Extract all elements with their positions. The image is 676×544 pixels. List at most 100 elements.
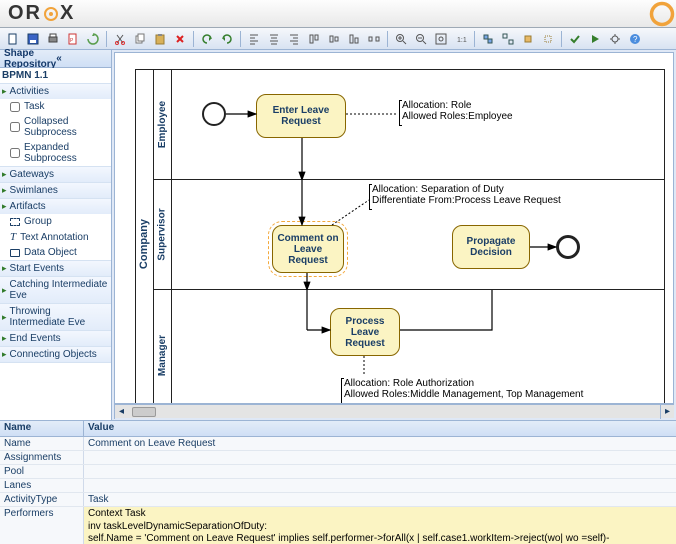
repo-item-label: Data Object [24,247,77,258]
run-icon[interactable] [586,30,604,48]
align-left-icon[interactable] [245,30,263,48]
properties-column-value[interactable]: Value [84,421,118,436]
repo-section-label: End Events [10,333,61,344]
app-logo: OR X [8,2,75,25]
property-row[interactable]: Lanes [0,479,676,493]
property-value[interactable] [84,465,676,478]
repo-item[interactable]: Group [0,214,111,229]
task-comment-on-leave-request[interactable]: Comment on Leave Request [272,225,344,273]
data-object-icon [10,249,20,257]
main-toolbar: P 1:1 ? [0,28,676,50]
align-middle-icon[interactable] [325,30,343,48]
redo-icon[interactable] [218,30,236,48]
repo-item-label: Task [24,101,45,112]
repo-section[interactable]: ▸Throwing Intermediate Eve [0,304,111,331]
property-value[interactable]: Comment on Leave Request [84,437,676,450]
zoom-actual-icon[interactable]: 1:1 [452,30,470,48]
print-icon[interactable] [44,30,62,48]
export-pdf-icon[interactable]: P [64,30,82,48]
shape-repository-header[interactable]: Shape Repository « [0,50,111,68]
lane-label: Supervisor [154,180,172,289]
repo-section-label: Start Events [10,263,64,274]
task-propagate-decision[interactable]: Propagate Decision [452,225,530,269]
cut-icon[interactable] [111,30,129,48]
repo-item-checkbox[interactable] [10,122,20,132]
distribute-icon[interactable] [365,30,383,48]
property-value[interactable] [84,479,676,492]
delete-icon[interactable] [171,30,189,48]
align-right-icon[interactable] [285,30,303,48]
align-top-icon[interactable] [305,30,323,48]
lane-manager[interactable]: Manager Process Leave Request Allocation… [154,290,664,404]
lane-employee[interactable]: Employee Enter Leave Request Allocation:… [154,70,664,180]
annotation-employee[interactable]: Allocation: Role Allowed Roles:Employee [402,100,572,126]
repo-item[interactable]: Collapsed Subprocess [0,114,111,140]
annotation-supervisor[interactable]: Allocation: Separation of Duty Different… [372,184,602,210]
repo-item[interactable]: Expanded Subprocess [0,140,111,166]
bpmn-pool[interactable]: Company Employee Enter Leave Request All… [135,69,665,404]
lane-supervisor[interactable]: Supervisor Comment on Leave Request Prop… [154,180,664,290]
zoom-out-icon[interactable] [412,30,430,48]
repo-section[interactable]: ▸ActivitiesTaskCollapsed SubprocessExpan… [0,84,111,167]
property-row[interactable]: PerformersContext Taskinv taskLevelDynam… [0,507,676,544]
repo-item-checkbox[interactable] [10,148,20,158]
repo-item[interactable]: TText Annotation [0,229,111,245]
start-event[interactable] [202,102,226,126]
task-enter-leave-request[interactable]: Enter Leave Request [256,94,346,138]
save-icon[interactable] [24,30,42,48]
repo-section[interactable]: ▸Gateways [0,167,111,183]
property-row[interactable]: NameComment on Leave Request [0,437,676,451]
scroll-left-icon[interactable]: ◂ [114,405,128,419]
settings-icon[interactable] [606,30,624,48]
text-annotation-icon: T [10,231,16,243]
property-value[interactable]: Task [84,493,676,506]
properties-column-name[interactable]: Name [0,421,84,436]
property-name: ActivityType [0,493,84,506]
end-event[interactable] [556,235,580,259]
align-center-icon[interactable] [265,30,283,48]
zoom-in-icon[interactable] [392,30,410,48]
property-row[interactable]: Pool [0,465,676,479]
property-row[interactable]: ActivityTypeTask [0,493,676,507]
repo-banner[interactable]: BPMN 1.1 [0,68,111,84]
property-value[interactable]: Context Taskinv taskLevelDynamicSeparati… [84,507,676,544]
repo-section[interactable]: ▸Connecting Objects [0,347,111,363]
task-process-leave-request[interactable]: Process Leave Request [330,308,400,356]
zoom-fit-icon[interactable] [432,30,450,48]
validate-icon[interactable] [566,30,584,48]
repo-section[interactable]: ▸Catching Intermediate Eve [0,277,111,304]
property-row[interactable]: Assignments [0,451,676,465]
pool-label: Company [136,70,154,404]
refresh-icon[interactable] [84,30,102,48]
properties-header: Name Value [0,421,676,437]
copy-icon[interactable] [131,30,149,48]
annotation-manager[interactable]: Allocation: Role Authorization Allowed R… [344,378,624,404]
send-back-icon[interactable] [539,30,557,48]
repo-section[interactable]: ▸End Events [0,331,111,347]
repo-item[interactable]: Data Object [0,245,111,260]
repo-item[interactable]: Task [0,99,111,114]
group-icon[interactable] [479,30,497,48]
collapse-icon[interactable]: « [56,53,107,64]
help-icon[interactable]: ? [626,30,644,48]
bring-front-icon[interactable] [519,30,537,48]
annotation-line: Differentiate From:Process Leave Request [372,195,602,206]
new-icon[interactable] [4,30,22,48]
undo-icon[interactable] [198,30,216,48]
property-value[interactable] [84,451,676,464]
repo-section[interactable]: ▸ArtifactsGroupTText AnnotationData Obje… [0,199,111,261]
paste-icon[interactable] [151,30,169,48]
repo-section[interactable]: ▸Start Events [0,261,111,277]
diagram-canvas[interactable]: Company Employee Enter Leave Request All… [114,52,674,404]
scroll-thumb[interactable] [132,407,156,417]
scroll-right-icon[interactable]: ▸ [660,405,674,419]
repo-item-checkbox[interactable] [10,102,20,112]
ungroup-icon[interactable] [499,30,517,48]
align-bottom-icon[interactable] [345,30,363,48]
shape-repository-title: Shape Repository [4,48,56,70]
repo-section[interactable]: ▸Swimlanes [0,183,111,199]
canvas-horizontal-scrollbar[interactable]: ◂ ▸ [114,404,674,418]
window-titlebar: OR X [0,0,676,28]
repo-banner-label: BPMN 1.1 [2,70,48,81]
titlebar-extra-icon[interactable] [648,0,676,28]
